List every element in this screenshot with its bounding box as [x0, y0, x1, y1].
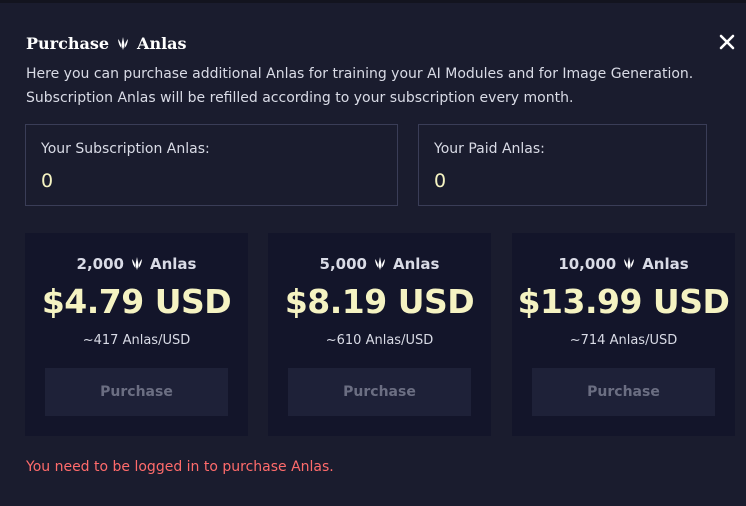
- pack-rate: ~417 Anlas/USD: [82, 333, 191, 348]
- subscription-anlas-value: 0: [41, 170, 54, 192]
- anlas-icon: [131, 257, 142, 270]
- pack-amount-unit: Anlas: [642, 255, 689, 273]
- purchase-button[interactable]: Purchase: [288, 368, 471, 416]
- subscription-anlas-label: Your Subscription Anlas:: [41, 141, 210, 157]
- paid-anlas-box: Your Paid Anlas: 0: [418, 124, 707, 206]
- pack-amount-number: 10,000: [558, 255, 617, 273]
- pack-price: $4.79 USD: [41, 282, 232, 321]
- subscription-anlas-box: Your Subscription Anlas: 0: [25, 124, 398, 206]
- pack-rate: ~610 Anlas/USD: [325, 333, 434, 348]
- anlas-icon: [118, 36, 129, 50]
- dialog-description: Here you can purchase additional Anlas f…: [26, 66, 694, 106]
- top-divider: [0, 0, 746, 3]
- close-button[interactable]: [714, 29, 740, 55]
- anlas-pack-card: 5,000 Anlas $8.19 USD ~610 Anlas/USD Pur…: [268, 233, 491, 436]
- purchase-button[interactable]: Purchase: [532, 368, 715, 416]
- pack-amount: 2,000 Anlas: [25, 255, 248, 273]
- paid-anlas-label: Your Paid Anlas:: [434, 141, 545, 157]
- pack-amount-number: 5,000: [319, 255, 367, 273]
- close-icon: [719, 34, 735, 50]
- pack-rate: ~714 Anlas/USD: [569, 333, 678, 348]
- pack-amount-unit: Anlas: [149, 255, 197, 273]
- title-purchase: Purchase: [26, 34, 110, 53]
- pack-amount-number: 2,000: [76, 255, 124, 273]
- purchase-button[interactable]: Purchase: [45, 368, 228, 416]
- title-anlas: Anlas: [137, 34, 187, 53]
- dialog-title: Purchase Anlas: [26, 34, 187, 53]
- pack-amount: 5,000 Anlas: [268, 255, 491, 273]
- anlas-icon: [624, 257, 635, 270]
- anlas-icon: [374, 257, 385, 270]
- anlas-pack-card: 10,000 Anlas $13.99 USD ~714 Anlas/USD P…: [512, 233, 735, 436]
- pack-amount: 10,000 Anlas: [512, 255, 735, 273]
- login-error-message: You need to be logged in to purchase Anl…: [26, 459, 334, 475]
- paid-anlas-value: 0: [434, 170, 447, 192]
- anlas-pack-card: 2,000 Anlas $4.79 USD ~417 Anlas/USD Pur…: [25, 233, 248, 436]
- pack-price: $13.99 USD: [517, 282, 730, 321]
- pack-amount-unit: Anlas: [392, 255, 440, 273]
- pack-price: $8.19 USD: [284, 282, 475, 321]
